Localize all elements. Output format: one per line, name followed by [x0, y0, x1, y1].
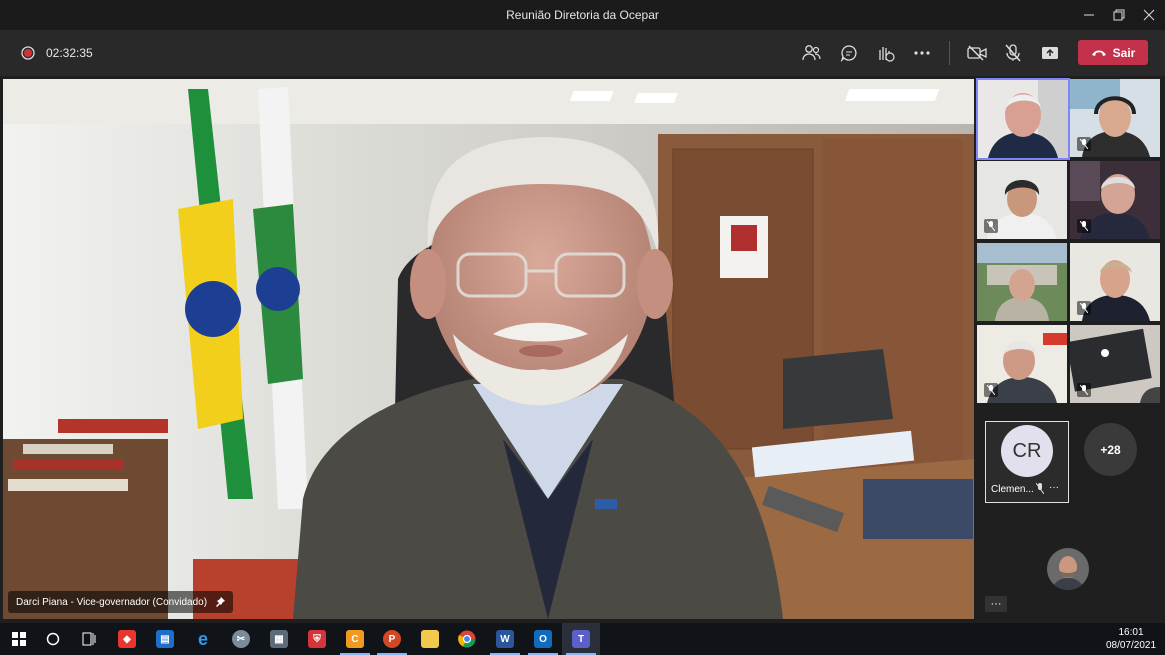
participant-tile[interactable] [1070, 79, 1160, 157]
participant-tile[interactable] [1070, 161, 1160, 239]
people-icon [802, 45, 821, 61]
snipping-icon: ✂ [232, 630, 250, 648]
meeting-toolbar: 02:32:35 Sair [0, 30, 1165, 76]
system-clock[interactable]: 16:01 08/07/2021 [1103, 626, 1159, 652]
muted-mic-icon [1077, 383, 1091, 397]
avatar: CR [1001, 425, 1053, 477]
muted-mic-icon [1036, 483, 1044, 494]
chat-button[interactable] [834, 38, 864, 68]
anydesk-icon: ◆ [118, 630, 136, 648]
outlook-icon: O [534, 630, 552, 648]
main-video[interactable]: Darci Piana - Vice-governador (Convidado… [3, 79, 974, 619]
toolbar-divider [949, 41, 950, 65]
speaker-video-image [3, 79, 974, 619]
share-screen-icon [1042, 47, 1058, 59]
taskbar: ◆ ▤ e ✂ ▦ ⛨ C P W O T 16:01 08/07/2021 [0, 623, 1165, 655]
restore-button[interactable] [1104, 0, 1134, 30]
taskbar-app-outlook[interactable]: O [524, 623, 562, 655]
word-icon: W [496, 630, 514, 648]
speaker-name: Darci Piana - Vice-governador (Convidado… [16, 596, 208, 608]
taskbar-app-orange[interactable]: C [336, 623, 374, 655]
taskbar-app-snipping[interactable]: ✂ [222, 623, 260, 655]
taskbar-app-word[interactable]: W [486, 623, 524, 655]
minimize-icon [1084, 14, 1094, 16]
restore-icon [1113, 9, 1125, 21]
muted-mic-icon [984, 383, 998, 397]
participant-more-button[interactable]: ··· [1049, 482, 1059, 493]
leave-button[interactable]: Sair [1078, 40, 1148, 65]
muted-mic-icon [984, 219, 998, 233]
minimize-button[interactable] [1074, 0, 1104, 30]
teams-icon: T [572, 630, 590, 648]
hang-up-icon [1091, 50, 1106, 56]
task-view-icon [82, 632, 96, 646]
more-options-button[interactable]: ··· [985, 596, 1007, 612]
more-actions-button[interactable] [907, 38, 937, 68]
participant-video [977, 243, 1067, 321]
more-icon [914, 51, 930, 55]
participant-video [978, 80, 1068, 158]
participant-name: Clemen... [991, 484, 1034, 495]
muted-mic-icon [1077, 137, 1091, 151]
muted-mic-icon [1077, 301, 1091, 315]
recording-icon [21, 46, 35, 60]
meeting-timer: 02:32:35 [46, 46, 93, 60]
participant-tile[interactable] [1070, 243, 1160, 321]
raise-hand-icon [879, 47, 895, 62]
taskbar-app-file-explorer[interactable] [411, 623, 449, 655]
participants-button[interactable] [797, 38, 827, 68]
taskbar-app-chrome[interactable] [448, 623, 486, 655]
clock-time: 16:01 [1118, 627, 1144, 638]
chrome-icon [458, 630, 476, 648]
self-video-avatar [1047, 548, 1089, 590]
muted-mic-icon [1077, 219, 1091, 233]
pin-icon[interactable] [215, 597, 226, 607]
participant-tile[interactable] [977, 161, 1067, 239]
participant-tile[interactable] [1070, 325, 1160, 403]
participant-grid [976, 78, 1162, 403]
mic-toggle-button[interactable] [998, 38, 1028, 68]
close-icon [1143, 9, 1155, 21]
participant-tile[interactable] [977, 325, 1067, 403]
share-button[interactable] [1035, 38, 1065, 68]
taskbar-app-powerpoint[interactable]: P [373, 623, 411, 655]
camera-off-icon [967, 45, 987, 61]
windows-icon [12, 632, 26, 646]
title-bar: Reunião Diretoria da Ocepar [0, 0, 1165, 30]
mail-icon: ▤ [156, 630, 174, 648]
task-view-button[interactable] [70, 623, 108, 655]
camera-toggle-button[interactable] [962, 38, 992, 68]
more-participants-button[interactable]: +28 [1084, 423, 1137, 476]
edge-icon: e [197, 628, 208, 649]
folder-icon [421, 630, 439, 648]
participant-tile[interactable] [977, 243, 1067, 321]
taskbar-app-anydesk[interactable]: ◆ [108, 623, 146, 655]
leave-label: Sair [1112, 45, 1136, 60]
start-button[interactable] [0, 623, 38, 655]
speaker-name-chip: Darci Piana - Vice-governador (Convidado… [8, 591, 234, 613]
chat-icon [840, 45, 857, 62]
taskbar-app-edge[interactable]: e [184, 623, 222, 655]
shield-icon: ⛨ [308, 630, 326, 648]
taskbar-app-calculator[interactable]: ▦ [260, 623, 298, 655]
search-icon [46, 632, 60, 646]
calculator-icon: ▦ [270, 630, 288, 648]
clock-date: 08/07/2021 [1105, 640, 1157, 651]
orange-app-icon: C [346, 630, 364, 648]
mic-off-icon [1005, 44, 1021, 62]
participant-tile[interactable] [976, 78, 1070, 160]
powerpoint-icon: P [383, 630, 401, 648]
taskbar-app-security[interactable]: ⛨ [298, 623, 336, 655]
taskbar-app-teams[interactable]: T [562, 623, 600, 655]
window-title: Reunião Diretoria da Ocepar [506, 8, 659, 22]
reactions-button[interactable] [870, 38, 900, 68]
participant-tile-cr[interactable]: CR Clemen... ··· [985, 421, 1069, 503]
close-button[interactable] [1134, 0, 1164, 30]
search-button[interactable] [34, 623, 72, 655]
taskbar-app-mail[interactable]: ▤ [146, 623, 184, 655]
